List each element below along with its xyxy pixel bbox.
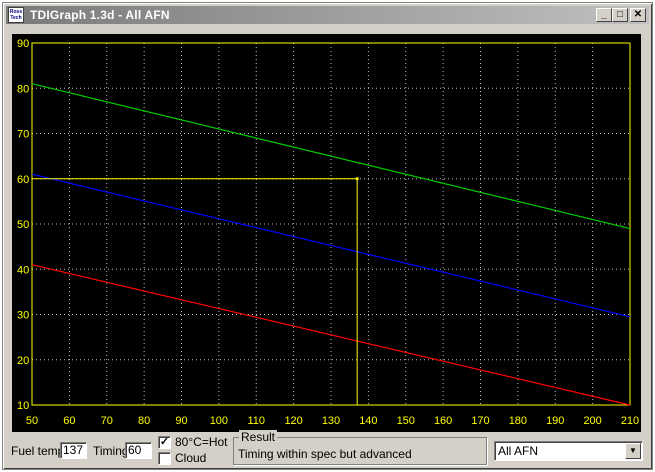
x-tick-label: 70 <box>101 415 113 427</box>
y-tick-label: 10 <box>17 400 29 412</box>
hot-checkbox[interactable]: ✓ <box>158 436 171 449</box>
x-tick-label: 170 <box>471 415 489 427</box>
graph-panel: 50 60 70 80 90 100 110 120 130 140 150 160 170 180 190… <box>12 34 641 432</box>
x-tick-label: 160 <box>434 415 452 427</box>
x-tick-label: 120 <box>284 415 302 427</box>
cloud-checkbox[interactable] <box>158 452 171 465</box>
model-select-value: All AFN <box>498 444 539 458</box>
timing-label: Timing <box>93 444 129 458</box>
x-tick-label: 140 <box>359 415 377 427</box>
y-tick-label: 30 <box>17 310 29 322</box>
series-line-1 <box>31 83 631 230</box>
model-select[interactable]: All AFN ▼ <box>494 441 643 461</box>
y-tick-label: 60 <box>17 174 29 186</box>
app-window: Ross Tech TDIGraph 1.3d - All AFN _ □ ✕ … <box>2 2 653 470</box>
x-tick-label: 110 <box>247 415 265 427</box>
x-tick-label: 150 <box>397 415 415 427</box>
y-tick-label: 80 <box>17 83 29 95</box>
close-button[interactable]: ✕ <box>630 8 646 22</box>
control-bar: Fuel temp 137 Timing 60 ✓ 80°C=Hot Cloud… <box>3 430 652 469</box>
x-tick-label: 200 <box>583 415 601 427</box>
marker-point <box>355 177 359 181</box>
y-tick-label: 40 <box>17 264 29 276</box>
x-tick-label: 130 <box>322 415 340 427</box>
x-tick-label: 210 <box>621 415 639 427</box>
result-group: Result Timing within spec but advanced <box>233 430 487 465</box>
timing-chart: 50 60 70 80 90 100 110 120 130 140 150 160 170 180 190… <box>17 38 639 427</box>
x-tick-label: 180 <box>509 415 527 427</box>
minimize-button[interactable]: _ <box>596 8 612 22</box>
x-tick-label: 90 <box>175 415 187 427</box>
y-tick-label: 50 <box>17 219 29 231</box>
y-tick-label: 20 <box>17 355 29 367</box>
y-tick-label: 70 <box>17 129 29 141</box>
cloud-checkbox-label: Cloud <box>175 451 207 465</box>
timing-field[interactable]: 60 <box>125 442 152 459</box>
x-tick-label: 80 <box>138 415 150 427</box>
result-label: Result <box>239 430 278 444</box>
maximize-button[interactable]: □ <box>612 8 628 22</box>
x-tick-label: 190 <box>546 415 564 427</box>
fuel-temp-label: Fuel temp <box>11 444 65 458</box>
x-tick-label: 100 <box>210 415 228 427</box>
x-tick-label: 50 <box>26 415 38 427</box>
y-tick-label: 90 <box>17 38 29 50</box>
title-bar[interactable]: Ross Tech TDIGraph 1.3d - All AFN _ □ ✕ <box>6 6 649 24</box>
x-tick-label: 60 <box>63 415 75 427</box>
result-text: Timing within spec but advanced <box>238 447 412 461</box>
hot-checkbox-label: 80°C=Hot <box>175 435 228 449</box>
fuel-temp-field[interactable]: 137 <box>60 442 87 459</box>
chevron-down-icon[interactable]: ▼ <box>625 443 641 459</box>
window-title: TDIGraph 1.3d - All AFN <box>30 8 170 22</box>
app-icon[interactable]: Ross Tech <box>8 7 24 23</box>
